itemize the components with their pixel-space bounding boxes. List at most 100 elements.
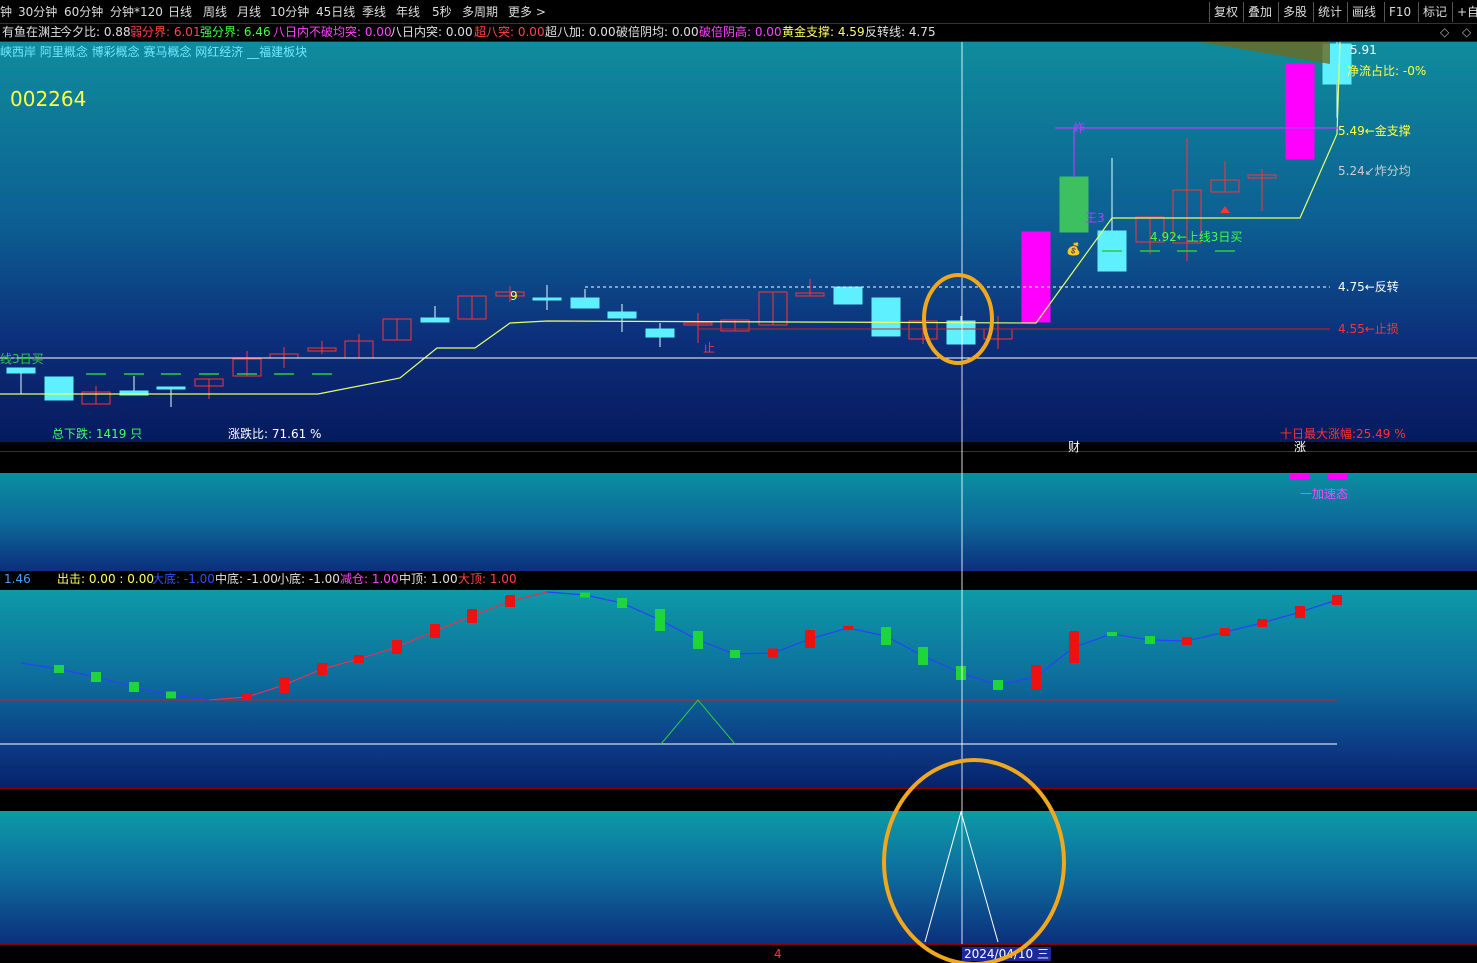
signal-box	[580, 592, 590, 598]
indicator-value: 黄金支撑: 4.59	[782, 25, 865, 39]
tab-period-5sec[interactable]: 5秒	[432, 0, 452, 24]
signal-box	[1182, 637, 1192, 645]
up-arrow-icon	[1220, 206, 1230, 213]
signal-box	[129, 682, 139, 692]
money-bag-icon: 💰	[1066, 242, 1081, 256]
price-label-top: 5.91	[1350, 43, 1377, 57]
tab-period-week[interactable]: 周线	[203, 0, 227, 24]
stop-marker: 止	[703, 341, 716, 355]
signal-box	[354, 655, 364, 663]
signal-value: 出击: 0.00 : 0.00	[57, 572, 154, 586]
overlay-button[interactable]: 叠加	[1243, 2, 1276, 22]
signal-box	[1069, 631, 1079, 663]
indicator-values-bar: 有鱼在渊主 今夕比: 0.88 弱分界: 6.01 强分界: 6.46 八日内不…	[0, 24, 1477, 42]
cursor-date: 2024/04/10 三	[962, 947, 1051, 961]
candle-body	[532, 297, 562, 301]
signal-box	[693, 631, 703, 649]
upline-buy-label: 4.92←上线3日买	[1150, 230, 1243, 244]
signal-box	[317, 663, 327, 675]
signal-box	[956, 666, 966, 680]
arrow-left-icon[interactable]: ◇	[1440, 24, 1449, 41]
tab-period-quarter[interactable]: 季线	[362, 0, 386, 24]
indicator-value: 超八突: 0.00	[474, 25, 545, 39]
signal-box	[1257, 619, 1267, 627]
signal-panel[interactable]	[0, 590, 1477, 788]
indicator-value: 今夕比: 0.88	[60, 25, 131, 39]
top-band	[1200, 42, 1330, 64]
accel-panel[interactable]: 一加速态	[0, 473, 1477, 571]
indicator-value: 强分界: 6.46	[200, 25, 271, 39]
trend-line	[20, 591, 1338, 701]
stock-code: 002264	[10, 87, 87, 111]
peak-canvas	[924, 811, 999, 943]
signal-value: 中顶: 1.00	[399, 572, 458, 586]
accel-canvas	[1290, 473, 1347, 479]
date-axis-mark: 4	[774, 947, 782, 961]
king-marker: 王3	[1085, 211, 1105, 225]
arrow-right-icon[interactable]: ◇	[1462, 24, 1471, 41]
accel-bar	[1327, 473, 1347, 479]
tab-period-30min[interactable]: 30分钟	[18, 0, 57, 24]
explode-marker: 炸	[1073, 121, 1086, 135]
indicator-name[interactable]: 有鱼在渊主	[2, 24, 62, 41]
nine-marker: 9	[510, 289, 518, 303]
indicator-value: 超八加: 0.00	[545, 25, 616, 39]
add-watchlist-button[interactable]: +自选	[1452, 2, 1477, 22]
signal-box	[1031, 665, 1041, 689]
signal-value: 大顶: 1.00	[458, 572, 517, 586]
ten-day-max-gain: 十日最大涨幅:25.49 %	[1280, 427, 1406, 441]
reverse-line-label: 4.75←反转	[1338, 280, 1399, 294]
tab-period-60min[interactable]: 60分钟	[64, 0, 103, 24]
candle-body	[420, 317, 450, 323]
period-toolbar: 钟 30分钟 60分钟 分钟*120 日线 周线 月线 10分钟 45日线 季线…	[0, 0, 1477, 24]
panel-separator: 财 涨	[0, 440, 1477, 473]
candle-body	[871, 297, 901, 337]
more-menu[interactable]: 更多 >	[508, 0, 546, 24]
explode-avg-label: 5.24↙炸分均	[1338, 164, 1411, 178]
candle-body	[570, 297, 600, 309]
triangle-marker	[660, 699, 736, 745]
support-line	[0, 42, 1341, 395]
signal-box	[1295, 606, 1305, 618]
indicator-value: 弱分界: 6.01	[130, 25, 201, 39]
trend-line-up	[208, 591, 548, 701]
candle-body	[607, 311, 637, 319]
peak-spike	[924, 811, 999, 943]
accel-state-label: 一加速态	[1300, 487, 1349, 501]
tab-period-10min[interactable]: 10分钟	[270, 0, 309, 24]
restore-rights-button[interactable]: 复权	[1209, 2, 1242, 22]
indicator-value: 破倍阴高: 0.00	[699, 25, 782, 39]
peak-panel[interactable]	[0, 811, 1477, 944]
tab-multi-period[interactable]: 多周期	[462, 0, 498, 24]
multi-stock-button[interactable]: 多股	[1278, 2, 1311, 22]
tab-period-120min[interactable]: 分钟*120	[110, 0, 163, 24]
signal-box	[1145, 636, 1155, 644]
concept-list: 峡西岸 阿里概念 博彩概念 赛马概念 网红经济 __福建板块	[0, 45, 308, 59]
signal-box	[1107, 632, 1117, 636]
kline-canvas	[0, 42, 1477, 407]
draw-line-button[interactable]: 画线	[1347, 2, 1380, 22]
signal-box	[617, 598, 627, 608]
candle-body	[156, 386, 186, 390]
stats-button[interactable]: 统计	[1313, 2, 1346, 22]
tab-period-day[interactable]: 日线	[168, 0, 192, 24]
candle-body	[1059, 176, 1089, 233]
candle-body	[44, 376, 74, 401]
signal-box	[242, 694, 252, 700]
signal-box	[918, 647, 928, 665]
tab-period-month[interactable]: 月线	[237, 0, 261, 24]
f10-button[interactable]: F10	[1384, 2, 1415, 22]
signal-box	[505, 595, 515, 607]
signal-values-bar: 1.46 出击: 0.00 : 0.00 大底: -1.00 中底: -1.00…	[0, 571, 1477, 590]
signal-value: 减仓: 1.00	[340, 572, 399, 586]
mark-button[interactable]: 标记	[1418, 2, 1451, 22]
main-kline-panel[interactable]: 峡西岸 阿里概念 博彩概念 赛马概念 网红经济 __福建板块 002264 线3…	[0, 42, 1477, 442]
signal-box	[993, 680, 1003, 690]
signal-value: 小底: -1.00	[277, 572, 340, 586]
tab-period-year[interactable]: 年线	[396, 0, 420, 24]
tab-period-45day[interactable]: 45日线	[316, 0, 355, 24]
signal-box	[843, 626, 853, 630]
signal-box	[881, 627, 891, 645]
signal-box	[392, 640, 402, 654]
tab-period-min[interactable]: 钟	[0, 0, 12, 24]
